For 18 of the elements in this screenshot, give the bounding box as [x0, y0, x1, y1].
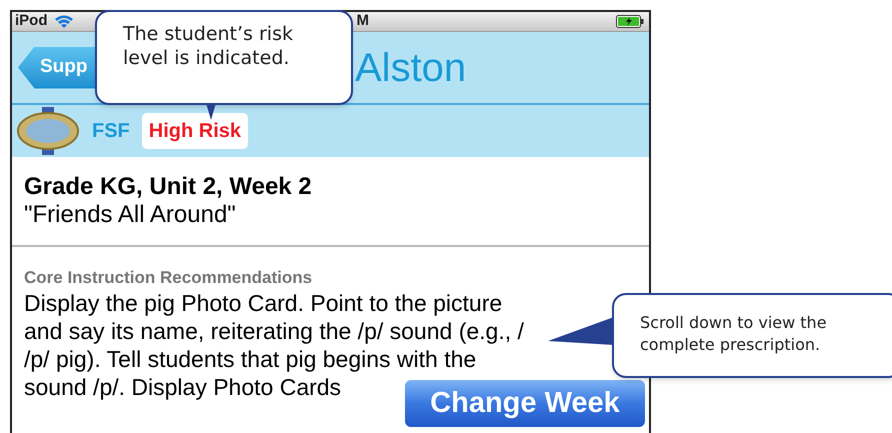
change-week-button[interactable]: Change Week	[405, 380, 645, 427]
callout-text: Scroll down to view the complete prescription.	[640, 312, 828, 356]
instruction-text: Display the pig Photo Card. Point to the picture	[24, 289, 502, 317]
instruction-text: sound /p/. Display Photo Cards	[24, 373, 342, 401]
instruction-text: /p/ pig). Tell students that pig begins with the	[24, 345, 476, 373]
logo-icon	[16, 107, 80, 155]
lesson-heading: Grade KG, Unit 2, Week 2	[24, 173, 313, 201]
lesson-subtitle: "Friends All Around"	[24, 201, 237, 229]
carrier-label: iPod	[15, 12, 48, 32]
section-label: Core Instruction Recommendations	[24, 267, 314, 289]
callout-text: The student’s risk level is indicated.	[123, 23, 293, 69]
wifi-icon	[54, 14, 74, 29]
measure-label: FSF	[92, 119, 130, 144]
battery-icon	[616, 15, 644, 28]
instruction-text: and say its name, reiterating the /p/ sound (e.g., /	[24, 317, 524, 345]
nav-title: Alston	[355, 44, 466, 92]
risk-badge: High Risk	[142, 113, 248, 149]
time-label: M	[356, 12, 369, 32]
